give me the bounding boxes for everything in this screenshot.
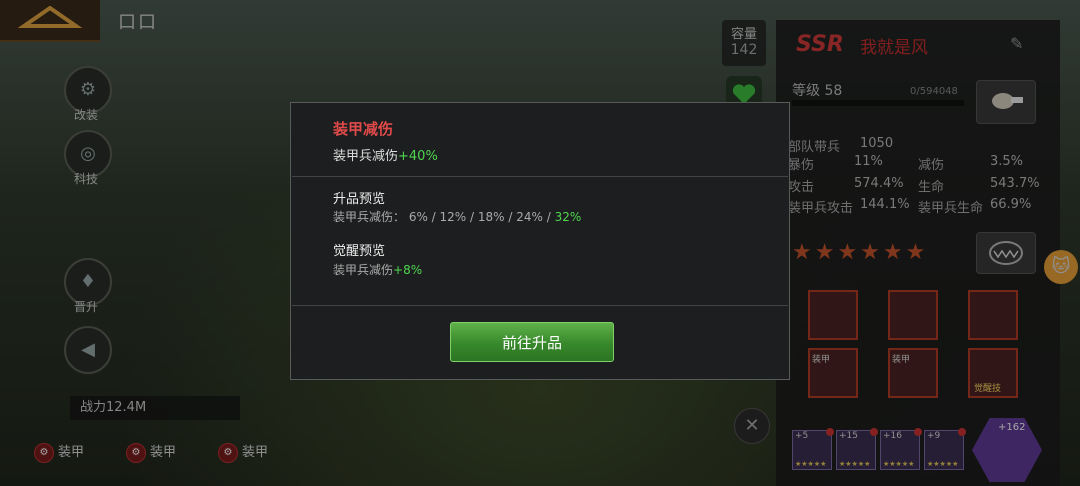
divider — [292, 305, 788, 306]
skill-bonus: +40% — [398, 149, 438, 164]
go-upgrade-button[interactable]: 前往升品 — [450, 322, 614, 362]
awaken-preview-text: 装甲兵减伤+8% — [333, 263, 423, 277]
awaken-preview-title: 觉醒预览 — [333, 244, 386, 259]
skill-title: 装甲减伤 — [333, 120, 394, 138]
upgrade-preview-title: 升品预览 — [333, 192, 386, 207]
upgrade-preview-text: 装甲兵减伤： 6% / 12% / 18% / 24% / 32% — [333, 210, 582, 224]
skill-effect: 装甲兵减伤+40% — [333, 149, 438, 164]
divider — [292, 176, 788, 177]
